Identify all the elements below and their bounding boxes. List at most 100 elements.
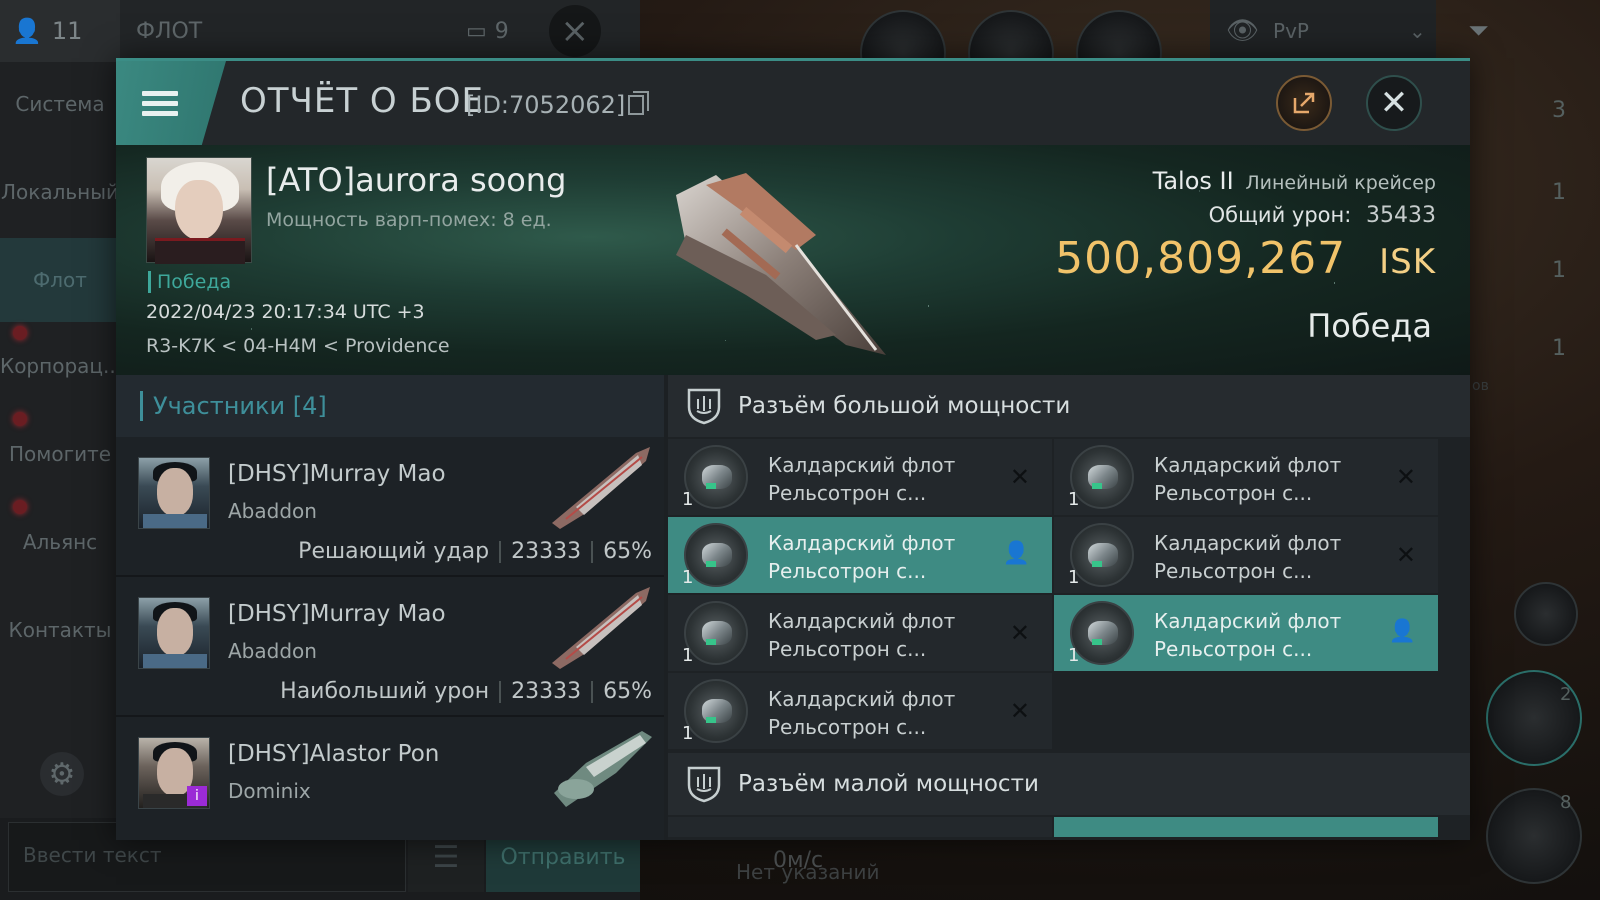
participant-avatar[interactable]: [138, 597, 210, 669]
side-text: ов: [1472, 378, 1489, 394]
module-slot[interactable]: 1 Калдарский флот Рельсотрон с... ✕: [1054, 517, 1438, 593]
participant-percent: 65%: [603, 679, 652, 704]
side-count-1[interactable]: 3: [1552, 98, 1566, 123]
side-count-3[interactable]: 1: [1552, 258, 1566, 283]
participant-ship-image: [552, 447, 650, 529]
module-name: Калдарский флот Рельсотрон с...: [1154, 453, 1342, 505]
module-slot[interactable]: 1 Калдарский флот Рельсотрон с... ✕: [1054, 439, 1438, 515]
participant-role: Наибольший урон: [280, 679, 490, 704]
railgun-icon: [684, 523, 748, 587]
info-badge-icon[interactable]: i: [187, 786, 207, 806]
chat-users-button[interactable]: 👤 11: [0, 0, 120, 62]
battle-datetime: 2022/04/23 20:17:34 UTC +3: [146, 301, 425, 323]
participant-name: [DHSY]Murray Mao: [228, 461, 446, 487]
participant-row[interactable]: i [DHSY]Alastor Pon Dominix: [116, 717, 664, 840]
members-icon: ▭: [466, 18, 487, 44]
railgun-icon: [1070, 445, 1134, 509]
chat-nav-corp[interactable]: Корпорац...: [0, 354, 122, 378]
side-count-4[interactable]: 1: [1552, 336, 1566, 361]
header-accent: [140, 391, 143, 421]
page-title: ОТЧЁТ О БОЕ: [240, 81, 485, 121]
isk-amount: 500,809,267: [1055, 233, 1347, 284]
swap-button[interactable]: [1514, 582, 1578, 646]
destroyed-x-icon: ✕: [1395, 463, 1416, 491]
settings-gear-icon[interactable]: ⚙: [40, 752, 84, 796]
battle-location[interactable]: R3-K7K < 04-H4M < Providence: [146, 335, 450, 357]
participant-row[interactable]: [DHSY]Murray Mao Abaddon Решающий удар 2…: [116, 437, 664, 577]
participant-avatar[interactable]: [138, 457, 210, 529]
participant-role: Решающий удар: [298, 539, 490, 564]
railgun-icon: [684, 445, 748, 509]
chat-top-bar: 👤 11 ФЛОТ ▭ 9 ×: [0, 0, 640, 62]
chat-nav: Система Локальный Флот Корпорац... Помог…: [0, 62, 122, 842]
copy-icon[interactable]: [628, 91, 649, 115]
high-slot-icon: [687, 388, 721, 425]
chat-nav-alliance[interactable]: Альянс: [0, 530, 120, 554]
destroyed-x-icon: ✕: [1009, 619, 1030, 647]
participants-header[interactable]: Участники [4]: [116, 375, 664, 437]
victim-ship-name[interactable]: Talos II: [1153, 167, 1234, 195]
chat-nav-local[interactable]: Локальный: [0, 180, 120, 204]
person-icon: 👤: [1388, 619, 1416, 644]
destroyed-x-icon: ✕: [1009, 697, 1030, 725]
participant-damage: 23333: [511, 679, 582, 704]
total-damage: Общий урон: 35433: [1209, 203, 1436, 228]
module-slot[interactable]: 1 Калдарский флот Рельсотрон с... ✕: [668, 673, 1052, 749]
module-slot[interactable]: 1 Калдарский флот Рельсотрон с... ✕: [668, 439, 1052, 515]
destroyed-x-icon: ✕: [1009, 463, 1030, 491]
victim-banner: [ATO]aurora soong Мощность варп-помех: 8…: [116, 145, 1470, 375]
module-slot[interactable]: 1 Калдарский флот Рельсотрон с... ✕: [668, 595, 1052, 671]
close-button[interactable]: ✕: [1366, 75, 1422, 131]
victim-portrait[interactable]: [146, 157, 252, 264]
filter-icon[interactable]: ⏷: [1468, 16, 1489, 47]
chevron-down-icon: ⌄: [1408, 19, 1426, 43]
close-icon: ×: [560, 11, 590, 51]
user-icon: 👤: [12, 17, 42, 45]
chat-nav-fleet[interactable]: Флот: [0, 238, 120, 322]
menu-icon: ☰: [432, 839, 460, 875]
low-slot-icon: [687, 766, 721, 803]
railgun-icon: [684, 601, 748, 665]
victim-name[interactable]: [ATO]aurora soong: [266, 161, 566, 199]
module-name: Калдарский флот Рельсотрон с...: [1154, 531, 1342, 583]
hamburger-icon: [142, 86, 178, 121]
side-count-2[interactable]: 1: [1552, 180, 1566, 205]
overview-mode: PvP: [1273, 19, 1309, 43]
chat-member-count[interactable]: ▭ 9: [466, 19, 509, 44]
share-button[interactable]: [1276, 75, 1332, 131]
railgun-icon: [684, 679, 748, 743]
chat-nav-help[interactable]: Помогите: [0, 442, 120, 466]
share-icon: [1293, 92, 1315, 114]
participants-panel: Участники [4] [DHSY]Murray Mao Abaddon Р…: [116, 375, 664, 840]
low-slot-header: Разъём малой мощности: [668, 753, 1470, 815]
participant-avatar[interactable]: i: [138, 737, 210, 809]
chat-nav-system[interactable]: Система: [0, 92, 120, 116]
person-icon: 👤: [1002, 541, 1030, 566]
railgun-icon: [1070, 523, 1134, 587]
module-slot-peek[interactable]: [1054, 817, 1438, 837]
victim-ship-image[interactable]: [646, 155, 906, 365]
chat-channel-label: ФЛОТ: [136, 18, 203, 44]
participant-row[interactable]: [DHSY]Murray Mao Abaddon Наибольший урон…: [116, 577, 664, 717]
report-id: [ID:7052062]: [466, 91, 626, 119]
overview-filter[interactable]: 👁 PvP ⌄: [1210, 0, 1436, 62]
user-count: 11: [51, 17, 83, 45]
module-slot-dropped[interactable]: 1 Калдарский флот Рельсотрон с... 👤: [668, 517, 1052, 593]
chat-nav-contacts[interactable]: Контакты: [0, 618, 120, 642]
participant-percent: 65%: [603, 539, 652, 564]
participant-ship-image: [552, 587, 650, 669]
outcome-tag: Победа: [148, 271, 231, 293]
chat-close-button[interactable]: ×: [548, 5, 601, 57]
module-slot-peek[interactable]: [668, 817, 1052, 837]
participant-name: [DHSY]Murray Mao: [228, 601, 446, 627]
participant-ship-image: [554, 731, 652, 807]
module-slot-dropped[interactable]: 1 Калдарский флот Рельсотрон с... 👤: [1054, 595, 1438, 671]
ship-count-a: 2: [1560, 684, 1572, 705]
participant-name: [DHSY]Alastor Pon: [228, 741, 440, 767]
notification-dot: [13, 412, 27, 426]
total-damage-label: Общий урон:: [1208, 203, 1352, 227]
ship-count-b: 8: [1560, 792, 1572, 813]
victim-ship: Talos II Линейный крейсер: [1153, 167, 1436, 195]
participants-title: Участники [4]: [153, 392, 327, 420]
menu-button[interactable]: [116, 61, 226, 145]
